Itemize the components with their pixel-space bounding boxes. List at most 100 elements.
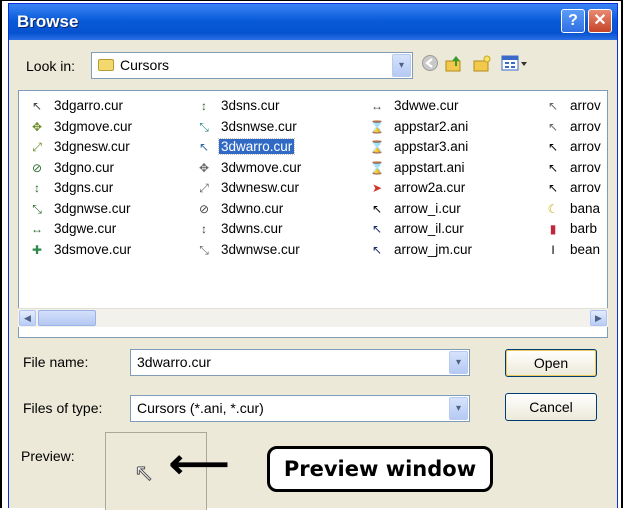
help-icon: ? xyxy=(568,12,578,29)
no-cursor-icon: ⊘ xyxy=(198,201,210,216)
folder-icon xyxy=(98,59,114,71)
file-list[interactable]: ↖ 3dgarro.cur ✥ 3dgmove.cur ⤢ 3dgnesw.cur ⊘ 3dg… xyxy=(18,90,608,338)
preview-cursor-icon: ↖ xyxy=(133,460,155,488)
file-item-name: 3dgno.cur xyxy=(54,159,115,175)
file-item-name: arrov xyxy=(570,180,601,195)
file-item-name: 3dgns.cur xyxy=(54,180,114,195)
browse-dialog: Browse ? ✕ Look in: Cursors ▾ ↖ 3dgarro.c… xyxy=(8,3,618,510)
diag-resize-icon: ⤡ xyxy=(199,119,209,134)
move-cursor-icon: ✥ xyxy=(198,160,210,175)
chevron-down-icon[interactable]: ▾ xyxy=(449,397,468,420)
move-cursor-icon: ✥ xyxy=(31,119,43,134)
arrow-cursor-icon: ↖ xyxy=(371,242,383,257)
scroll-right-icon: ▶ xyxy=(595,313,602,323)
file-item-name: appstart.ani xyxy=(394,159,465,175)
view-menu-icon[interactable] xyxy=(499,54,531,76)
preview-label: Preview: xyxy=(21,448,75,464)
file-item-name: arrow_jm.cur xyxy=(394,241,473,257)
file-item-name: 3dgarro.cur xyxy=(54,98,124,113)
look-in-label: Look in: xyxy=(26,58,76,74)
scroll-thumb[interactable] xyxy=(38,310,96,326)
diag-resize-icon: ⤢ xyxy=(199,181,209,195)
file-type-value: Cursors (*.ani, *.cur) xyxy=(137,400,264,416)
arrow-cursor-icon: ↖ xyxy=(547,99,559,113)
look-in-combo[interactable]: Cursors ▾ xyxy=(91,52,413,79)
file-item-name: 3dgmove.cur xyxy=(54,118,133,134)
help-button[interactable]: ? xyxy=(561,9,585,33)
chevron-down-icon[interactable]: ▾ xyxy=(392,54,411,77)
horizontal-scrollbar[interactable]: ◀ ▶ xyxy=(18,308,608,327)
callout-arrow-icon: ⟵ xyxy=(169,440,230,487)
arrow-cursor-icon: ↖ xyxy=(371,201,383,216)
ns-resize-icon: ↕ xyxy=(201,99,207,113)
file-item-name: arrov xyxy=(570,98,601,113)
file-name-combo[interactable]: 3dwarro.cur ▾ xyxy=(130,349,470,376)
file-item-name: 3dwarro.cur xyxy=(217,138,296,155)
diag-resize-icon: ⤡ xyxy=(199,242,209,257)
open-button[interactable]: Open xyxy=(505,349,597,377)
close-icon: ✕ xyxy=(593,12,607,29)
file-item-name: 3dsns.cur xyxy=(221,98,280,113)
back-icon[interactable] xyxy=(419,54,441,76)
scroll-left-icon: ◀ xyxy=(24,313,31,323)
barber-cursor-icon: ▮ xyxy=(549,222,557,236)
file-item-name: bean xyxy=(570,241,601,257)
scroll-right-button[interactable]: ▶ xyxy=(590,310,607,326)
file-item-name: arrow_il.cur xyxy=(394,221,464,236)
no-cursor-icon: ⊘ xyxy=(31,160,43,175)
arrow-cursor-icon: ↖ xyxy=(547,181,559,195)
arrow-cursor-icon: ↖ xyxy=(31,99,43,113)
file-item-name: arrov xyxy=(570,159,601,175)
file-type-select[interactable]: Cursors (*.ani, *.cur) ▾ xyxy=(130,395,470,422)
file-item-name: 3dwmove.cur xyxy=(221,159,302,175)
diag-resize-icon: ⤡ xyxy=(32,201,42,216)
busy-cursor-icon: ⌛ xyxy=(369,119,385,134)
close-button[interactable]: ✕ xyxy=(588,9,612,33)
arrow-cursor-icon: ↖ xyxy=(547,160,559,175)
file-item-name: arrow2a.cur xyxy=(394,180,466,195)
diag-resize-icon: ⤢ xyxy=(32,140,42,154)
title-bar[interactable]: Browse ? ✕ xyxy=(9,4,617,40)
scroll-left-button[interactable]: ◀ xyxy=(19,310,36,326)
file-type-label: Files of type: xyxy=(23,400,103,416)
file-item-name: 3dgnwse.cur xyxy=(54,200,131,216)
file-item-name: 3dgnesw.cur xyxy=(54,139,130,154)
we-resize-icon: ↔ xyxy=(371,99,383,113)
file-item-name: appstar2.ani xyxy=(394,118,469,134)
file-name-value[interactable]: 3dwarro.cur xyxy=(137,354,211,370)
red-arrow-icon: ➤ xyxy=(371,181,383,195)
file-item-name: bana xyxy=(570,200,601,216)
file-item-name: arrov xyxy=(570,118,601,134)
banana-cursor-icon: ☾ xyxy=(547,201,559,216)
arrow-cursor-icon: ↖ xyxy=(198,140,210,154)
new-folder-icon[interactable] xyxy=(471,54,493,76)
file-item-name: 3dwns.cur xyxy=(221,221,283,236)
file-item-name: 3dgwe.cur xyxy=(54,221,117,236)
file-item-name: 3dwwe.cur xyxy=(394,98,459,113)
busy-cursor-icon: ⌛ xyxy=(369,140,385,154)
we-resize-icon: ↔ xyxy=(31,222,43,236)
file-item-name: 3dwnwse.cur xyxy=(221,241,300,257)
look-in-value: Cursors xyxy=(120,57,170,73)
file-item-name: 3dwnesw.cur xyxy=(221,180,300,195)
file-name-label: File name: xyxy=(23,354,89,370)
up-folder-icon[interactable] xyxy=(443,54,465,76)
arrow-cursor-icon: ↖ xyxy=(371,222,383,236)
ns-resize-icon: ↕ xyxy=(201,222,207,236)
arrow-cursor-icon: ↖ xyxy=(547,140,559,154)
arrow-cursor-icon: ↖ xyxy=(547,119,559,134)
cancel-button[interactable]: Cancel xyxy=(505,393,597,421)
file-item-name: arrov xyxy=(570,139,601,154)
file-item-name: arrow_i.cur xyxy=(394,200,461,216)
preview-callout: Preview window xyxy=(267,446,493,492)
file-item-name: 3dwno.cur xyxy=(221,200,284,216)
file-item-name: 3dsnwse.cur xyxy=(221,118,297,134)
file-item-name: 3dsmove.cur xyxy=(54,241,132,257)
file-item-name: appstar3.ani xyxy=(394,139,469,154)
beam-cursor-icon: I xyxy=(551,242,555,257)
dialog-title: Browse xyxy=(17,12,79,31)
ns-resize-icon: ↕ xyxy=(34,181,40,195)
file-item-name: barb xyxy=(570,221,598,236)
chevron-down-icon[interactable]: ▾ xyxy=(449,351,468,374)
busy-cursor-icon: ⌛ xyxy=(369,160,385,175)
